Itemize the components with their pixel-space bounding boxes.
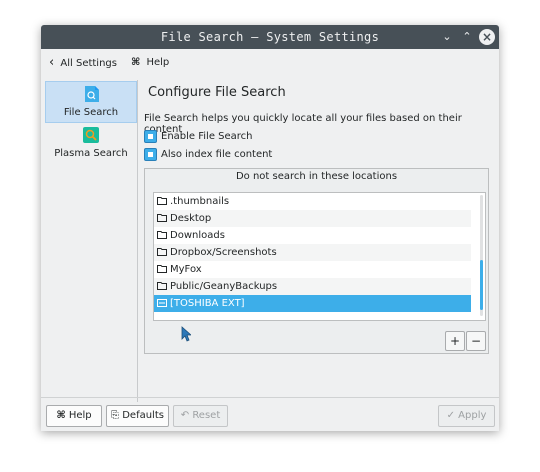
folder-icon: [157, 214, 167, 222]
defaults-button-label: Defaults: [122, 410, 164, 421]
help-button-label: Help: [68, 410, 92, 421]
defaults-icon: ⎘: [111, 410, 120, 421]
bottom-divider: [41, 397, 499, 398]
toolbar: ‹ All Settings ⌘ Help: [41, 49, 499, 77]
index-file-content-label: Also index file content: [161, 149, 273, 160]
chevron-left-icon: ‹: [49, 55, 55, 70]
checkbox-checked-icon: [144, 130, 157, 143]
close-icon[interactable]: ×: [479, 29, 495, 45]
defaults-button[interactable]: ⎘ Defaults: [106, 405, 169, 427]
excluded-locations-group: Do not search in these locations .thumbn…: [144, 168, 489, 354]
sidebar: File Search Plasma Search: [45, 80, 138, 402]
enable-file-search-label: Enable File Search: [161, 131, 253, 142]
excluded-locations-list[interactable]: .thumbnails Desktop Downloads Dropbox/Sc…: [153, 192, 486, 321]
list-item[interactable]: MyFox: [154, 261, 471, 278]
enable-file-search-checkbox[interactable]: Enable File Search: [144, 130, 444, 144]
maximize-icon[interactable]: ⌃: [459, 29, 475, 45]
checkmark-icon: ✓: [446, 410, 455, 421]
help-icon: ⌘: [131, 57, 141, 68]
list-item[interactable]: Downloads: [154, 227, 471, 244]
title-bar[interactable]: File Search — System Settings ⌄ ⌃ ×: [41, 25, 499, 49]
all-settings-label: All Settings: [60, 58, 117, 69]
reset-button[interactable]: ↶ Reset: [173, 405, 228, 427]
reset-button-label: Reset: [192, 410, 221, 421]
excluded-locations-caption: Do not search in these locations: [235, 171, 398, 182]
sidebar-item-file-search[interactable]: File Search: [45, 81, 137, 123]
list-item[interactable]: Dropbox/Screenshots: [154, 244, 471, 261]
page-title: Configure File Search: [148, 85, 286, 100]
help-toolbar-label: Help: [146, 57, 170, 68]
help-icon: ⌘: [56, 410, 66, 421]
folder-icon: [157, 282, 167, 290]
mouse-cursor-icon: [181, 326, 191, 342]
list-item[interactable]: Public/GeanyBackups: [154, 278, 471, 295]
help-button[interactable]: ⌘ Help: [46, 405, 102, 427]
file-search-icon: [85, 86, 99, 102]
list-item[interactable]: Desktop: [154, 210, 471, 227]
list-scrollbar-thumb[interactable]: [480, 260, 483, 310]
index-file-content-checkbox[interactable]: Also index file content: [144, 148, 444, 162]
folder-icon: [157, 197, 167, 205]
sidebar-item-label: File Search: [63, 107, 119, 118]
apply-button-label: Apply: [458, 410, 487, 421]
checkbox-checked-icon: [144, 148, 157, 161]
window-title: File Search — System Settings: [160, 30, 380, 44]
add-location-button[interactable]: +: [445, 331, 465, 351]
folder-icon: [157, 231, 167, 239]
sidebar-item-plasma-search[interactable]: Plasma Search: [45, 123, 137, 163]
folder-icon: [157, 248, 167, 256]
plasma-search-icon: [83, 127, 99, 143]
reset-icon: ↶: [180, 410, 190, 421]
apply-button[interactable]: ✓ Apply: [438, 405, 495, 427]
folder-icon: [157, 265, 167, 273]
minimize-icon[interactable]: ⌄: [439, 29, 455, 45]
list-item-selected[interactable]: [TOSHIBA EXT]: [154, 295, 471, 312]
all-settings-button[interactable]: ‹ All Settings: [49, 55, 117, 71]
settings-window: File Search — System Settings ⌄ ⌃ × ‹ Al…: [41, 25, 499, 431]
remove-location-button[interactable]: −: [466, 331, 486, 351]
drive-icon: [157, 299, 167, 307]
list-item[interactable]: .thumbnails: [154, 193, 471, 210]
help-toolbar-button[interactable]: ⌘ Help: [131, 55, 169, 71]
sidebar-item-label: Plasma Search: [54, 148, 128, 159]
